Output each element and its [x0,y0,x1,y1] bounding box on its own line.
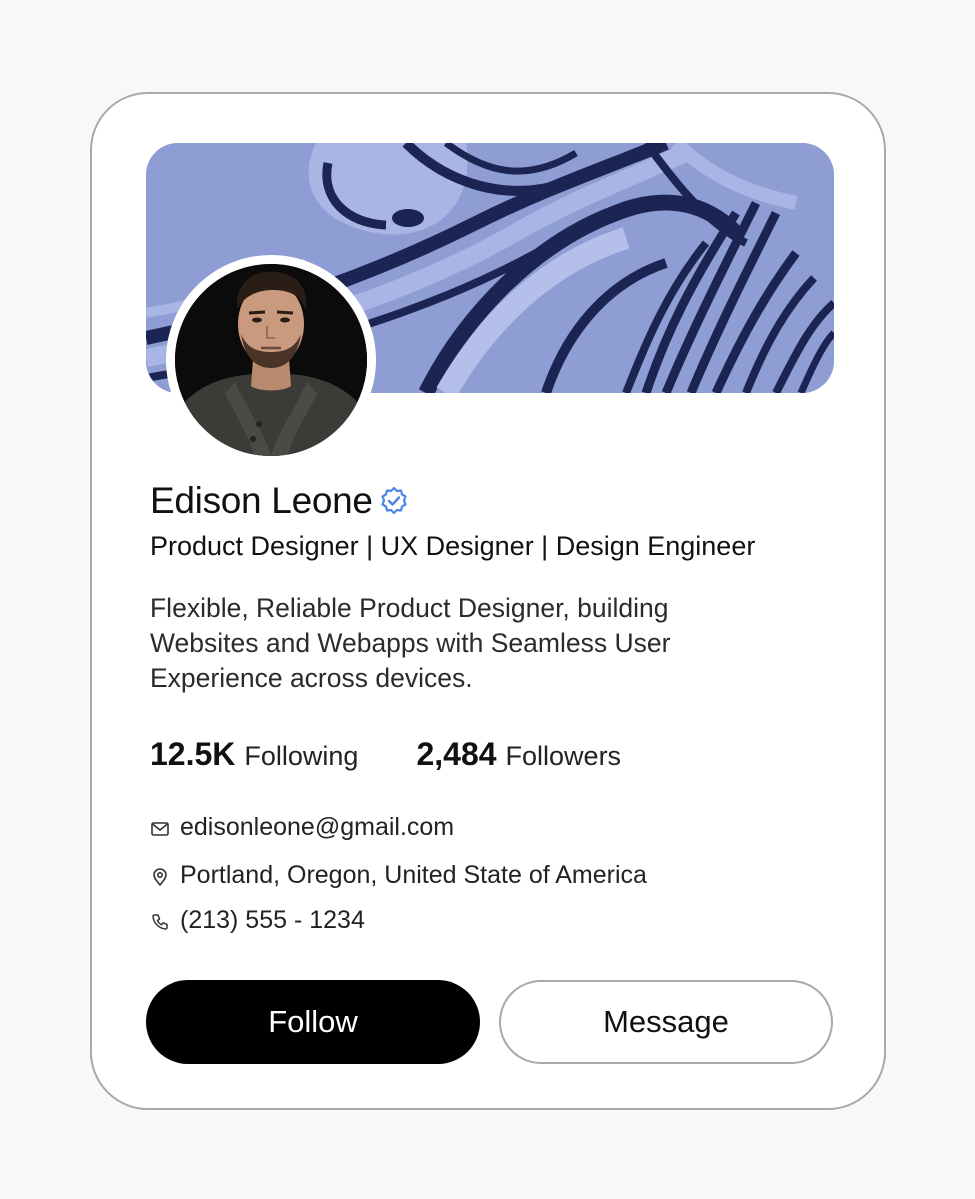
phone-text: (213) 555 - 1234 [180,905,365,934]
name-row: Edison Leone [150,477,409,525]
location-text: Portland, Oregon, United State of Americ… [180,860,647,889]
verified-badge-icon [379,486,409,516]
following-count: 12.5K [150,736,236,772]
location-row: Portland, Oregon, United State of Americ… [150,858,647,892]
phone-row[interactable]: (213) 555 - 1234 [150,903,365,937]
following-stat[interactable]: 12.5K Following [150,734,358,776]
profile-name: Edison Leone [150,480,373,521]
profile-bio: Flexible, Reliable Product Designer, bui… [150,593,671,693]
email-text: edisonleone@gmail.com [180,812,455,841]
following-label: Following [244,741,359,771]
email-row[interactable]: edisonleone@gmail.com [150,810,454,844]
followers-stat[interactable]: 2,484 Followers [416,734,621,776]
avatar[interactable] [175,264,367,456]
mail-icon [150,817,170,837]
location-pin-icon [150,865,170,886]
profile-roles: Product Designer | UX Designer | Design … [150,531,756,561]
phone-icon [150,910,170,930]
followers-count: 2,484 [416,736,497,772]
followers-label: Followers [505,741,622,771]
stats-row: 12.5K Following 2,484 Followers [150,734,621,776]
avatar-frame [166,255,376,465]
follow-button[interactable]: Follow [146,980,480,1064]
profile-card: Edison Leone Product Designer | UX Desig… [90,92,886,1110]
message-button[interactable]: Message [499,980,833,1064]
